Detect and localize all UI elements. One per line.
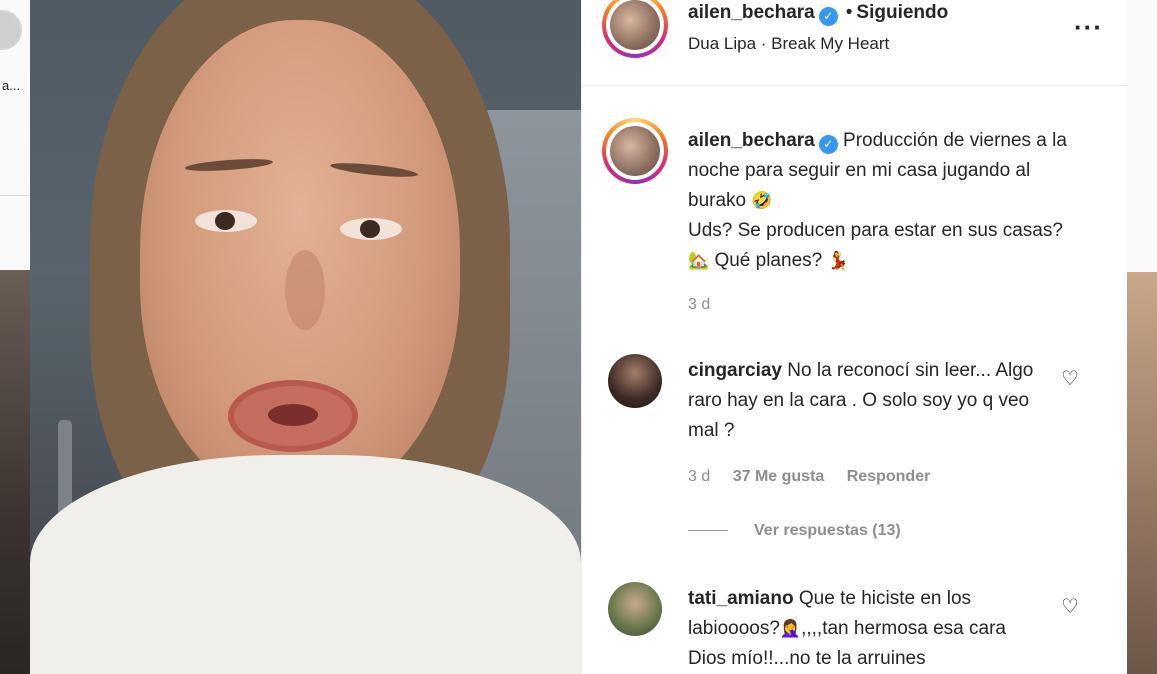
- caption-timestamp[interactable]: 3 d: [688, 296, 710, 314]
- verified-badge-icon: ✓: [818, 135, 838, 154]
- view-replies-button[interactable]: Ver respuestas (13): [688, 522, 901, 540]
- background-text: a...: [2, 78, 21, 93]
- comment: cingarciay No la reconocí sin leer... Al…: [688, 356, 1048, 446]
- background-avatar: [0, 10, 22, 50]
- comment-avatar[interactable]: [608, 354, 662, 408]
- house-emoji-icon: 🏡: [688, 251, 710, 270]
- background-page-right: [1127, 0, 1157, 674]
- post-video[interactable]: [30, 0, 581, 674]
- post-caption: ailen_bechara ✓ Producción de viernes a l…: [688, 126, 1088, 276]
- replies-dash: [688, 530, 728, 532]
- reply-button[interactable]: Responder: [847, 468, 931, 485]
- nose: [285, 250, 325, 330]
- caption-line-3: Qué planes?: [714, 250, 823, 271]
- comment-likes[interactable]: 37 Me gusta: [733, 468, 825, 485]
- mouth: [228, 380, 358, 452]
- facepalm-emoji-icon: 🤦‍♀️: [779, 619, 802, 638]
- header-user-line: ailen_bechara ✓ • Siguiendo: [688, 2, 948, 26]
- sweater: [30, 455, 581, 674]
- verified-badge-icon: ✓: [818, 7, 838, 26]
- header-avatar[interactable]: [602, 0, 668, 58]
- background-divider: [0, 195, 30, 196]
- background-photo: [0, 270, 30, 674]
- separator-dot: •: [845, 2, 853, 23]
- follow-status-button[interactable]: Siguiendo: [856, 2, 948, 23]
- rofl-emoji-icon: 🤣: [751, 191, 773, 210]
- like-heart-icon[interactable]: ♡: [1059, 368, 1081, 390]
- comment-username[interactable]: tati_amiano: [688, 588, 794, 609]
- right-eye: [340, 218, 402, 240]
- comment: tati_amiano Que te hiciste en los labioo…: [688, 584, 1048, 674]
- view-replies-label: Ver respuestas (13): [754, 522, 901, 539]
- dancer-emoji-icon: 💃: [827, 251, 849, 270]
- caption-avatar[interactable]: [602, 118, 668, 184]
- caption-username[interactable]: ailen_bechara: [688, 130, 815, 151]
- comment-meta: 3 d 37 Me gusta Responder: [688, 468, 948, 486]
- caption-line-2: Uds? Se producen para estar en sus casas…: [688, 220, 1063, 241]
- header-username[interactable]: ailen_bechara: [688, 2, 815, 23]
- comment-username[interactable]: cingarciay: [688, 360, 782, 381]
- background-photo: [1127, 272, 1157, 674]
- post-side-panel: ailen_bechara ✓ • Siguiendo Dua Lipa · Brea…: [581, 0, 1127, 674]
- post-header: ailen_bechara ✓ • Siguiendo Dua Lipa · Brea…: [582, 0, 1127, 86]
- audio-track-link[interactable]: Dua Lipa · Break My Heart: [688, 34, 889, 54]
- background-page-left: a...: [0, 0, 30, 674]
- more-options-icon[interactable]: ···: [1074, 12, 1103, 43]
- left-eye: [195, 210, 257, 232]
- comment-avatar[interactable]: [608, 582, 662, 636]
- comment-timestamp[interactable]: 3 d: [688, 468, 710, 485]
- like-heart-icon[interactable]: ♡: [1059, 596, 1081, 618]
